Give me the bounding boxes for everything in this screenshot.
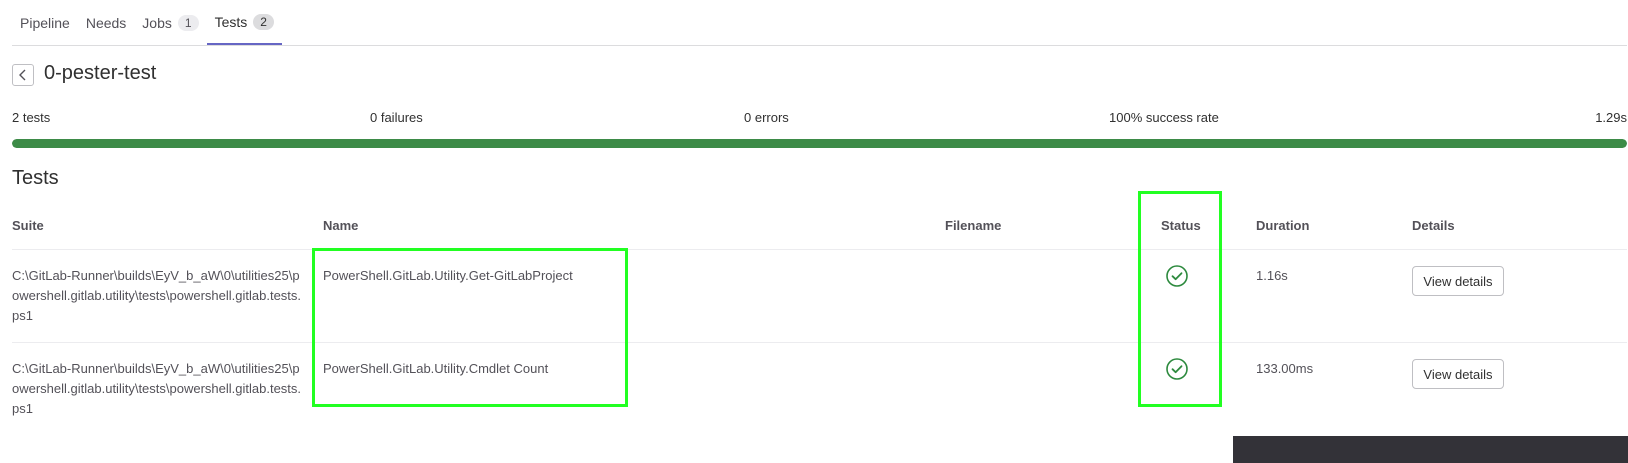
summary-errors: 0 errors [744,110,789,125]
tab-tests[interactable]: Tests 2 [206,1,282,45]
duration-cell: 133.00ms [1256,361,1314,376]
view-details-button[interactable]: View details [1412,359,1504,389]
tab-label: Needs [85,15,127,31]
summary-failures: 0 failures [370,110,423,125]
tab-count-badge: 1 [177,15,199,31]
success-progress-bar [12,139,1627,148]
column-header-duration: Duration [1256,218,1310,233]
row-divider [12,249,1627,250]
back-button[interactable] [12,64,34,86]
job-title: 0-pester-test [44,62,157,84]
pipeline-tabs: Pipeline Needs Jobs 1 Tests 2 [12,0,1627,46]
tab-needs[interactable]: Needs [78,1,134,45]
column-header-filename: Filename [945,218,1002,233]
tab-jobs[interactable]: Jobs 1 [134,1,206,45]
test-report-page: Pipeline Needs Jobs 1 Tests 2 0-pester-t… [0,0,1628,463]
column-header-details: Details [1412,218,1455,233]
tab-label: Pipeline [20,15,70,31]
progress-fill [12,139,1627,148]
duration-cell: 1.16s [1256,268,1288,283]
row-divider [12,342,1627,343]
status-highlight-box [1138,191,1222,407]
bottom-dark-bar [1233,436,1628,463]
tab-label: Jobs [142,15,172,31]
chevron-left-icon [19,69,26,81]
summary-tests: 2 tests [12,110,51,125]
suite-cell: C:\GitLab-Runner\builds\EyV_b_aW\0\utili… [12,361,302,416]
summary-duration: 1.29s [1595,110,1627,125]
tab-label: Tests [214,14,248,30]
name-highlight-box [312,248,628,407]
tab-pipeline[interactable]: Pipeline [12,1,78,45]
view-details-button[interactable]: View details [1412,266,1504,296]
section-title: Tests [12,167,59,189]
suite-cell: C:\GitLab-Runner\builds\EyV_b_aW\0\utili… [12,268,302,323]
column-header-name: Name [323,218,359,233]
summary-success-rate: 100% success rate [1109,110,1219,125]
column-header-suite: Suite [12,218,44,233]
tab-count-badge: 2 [253,14,274,30]
